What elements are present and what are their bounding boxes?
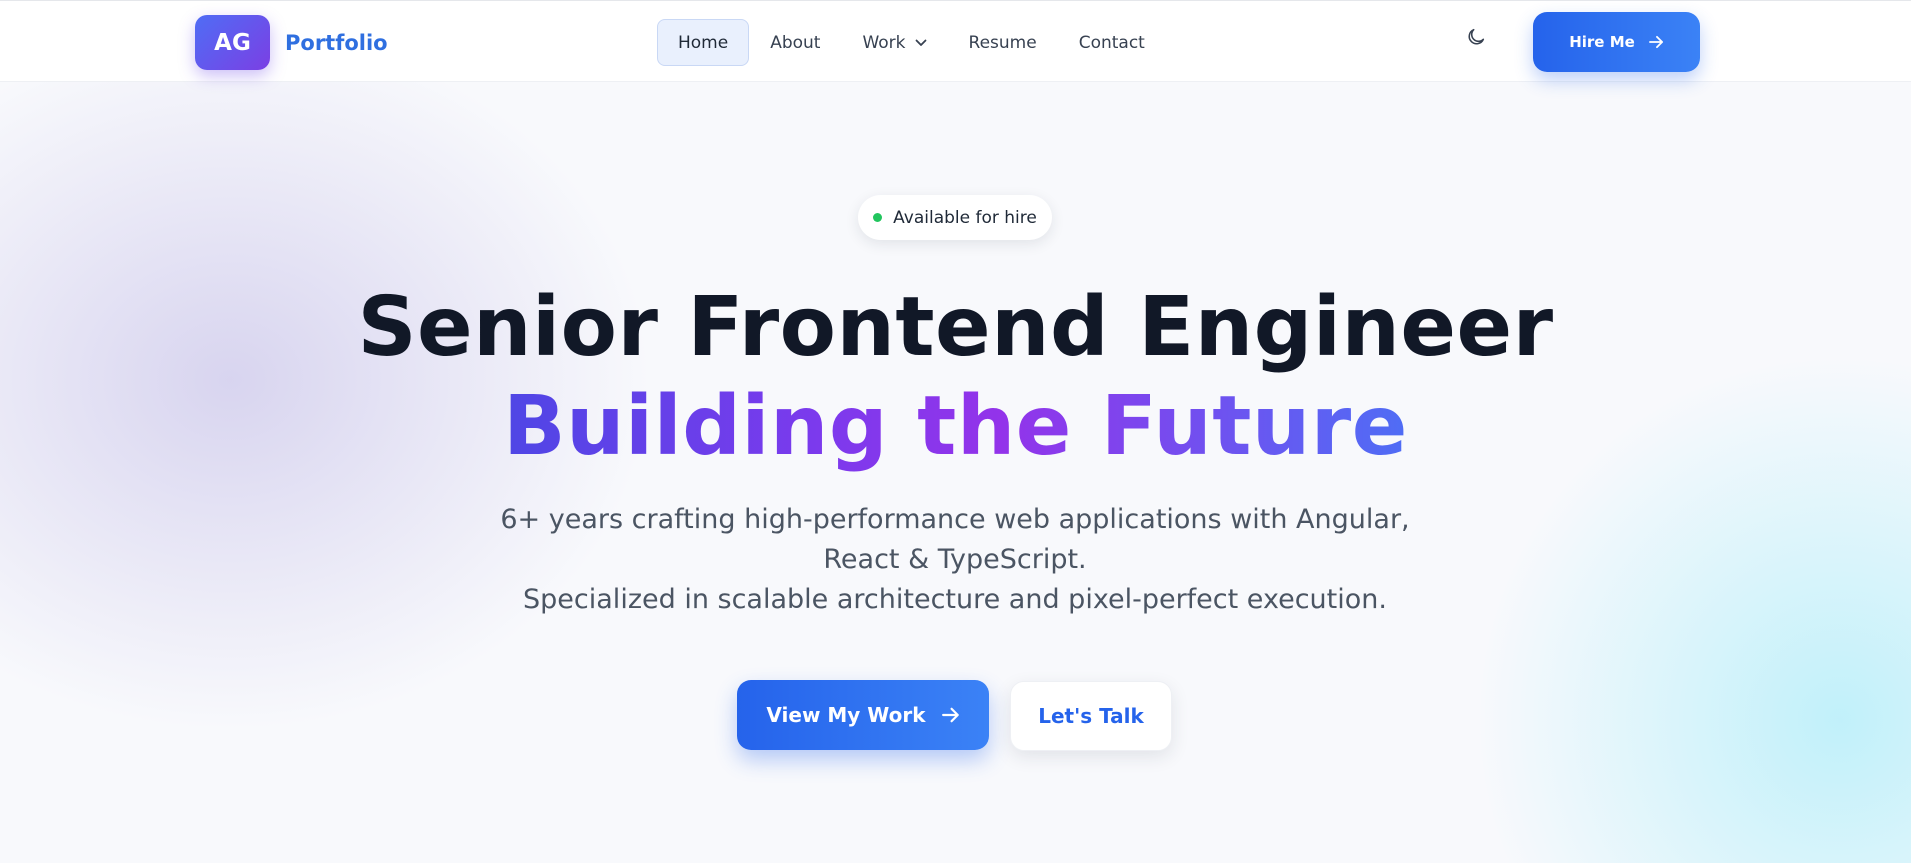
- subtitle-line: Specialized in scalable architecture and…: [523, 584, 1387, 615]
- top-navbar: AG Portfolio Home About Work Resume Cont…: [0, 0, 1911, 82]
- availability-badge: Available for hire: [858, 195, 1052, 240]
- nav-item-work[interactable]: Work: [841, 19, 947, 66]
- portfolio-page: AG Portfolio Home About Work Resume Cont…: [0, 0, 1911, 863]
- brand-name: Portfolio: [285, 30, 388, 55]
- brand-link[interactable]: AG Portfolio: [195, 15, 388, 70]
- subtitle-line: React & TypeScript.: [823, 544, 1087, 575]
- lets-talk-button[interactable]: Let's Talk: [1010, 681, 1172, 751]
- subtitle-line: 6+ years crafting high-performance web a…: [500, 504, 1410, 535]
- hero-headline-gradient: Building the Future: [0, 377, 1911, 477]
- arrow-right-icon: [941, 707, 960, 723]
- theme-toggle-button[interactable]: [1462, 25, 1490, 53]
- nav-item-label: About: [770, 32, 821, 53]
- hero-headline: Senior Frontend Engineer: [357, 280, 1554, 375]
- moon-icon: [1465, 26, 1487, 52]
- logo-badge: AG: [195, 15, 270, 70]
- hero-tagline: Building the Future: [503, 379, 1408, 474]
- nav-item-label: Contact: [1078, 32, 1145, 53]
- nav-item-label: Resume: [968, 32, 1037, 53]
- status-dot-icon: [873, 213, 883, 222]
- hire-me-button[interactable]: Hire Me: [1533, 12, 1700, 72]
- view-my-work-label: View My Work: [766, 703, 926, 727]
- nav-item-home[interactable]: Home: [657, 19, 750, 66]
- nav-item-about[interactable]: About: [749, 19, 841, 66]
- nav-item-label: Home: [678, 32, 729, 53]
- availability-label: Available for hire: [893, 207, 1037, 228]
- arrow-right-icon: [1648, 35, 1664, 49]
- lets-talk-label: Let's Talk: [1038, 704, 1144, 728]
- hero-subtitle: 6+ years crafting high-performance web a…: [455, 500, 1455, 620]
- hire-me-label: Hire Me: [1569, 33, 1635, 51]
- main-nav: Home About Work Resume Contact: [657, 19, 1166, 66]
- nav-item-resume[interactable]: Resume: [948, 19, 1058, 66]
- nav-item-label: Work: [862, 32, 906, 53]
- chevron-down-icon: [915, 39, 927, 47]
- view-my-work-button[interactable]: View My Work: [737, 680, 989, 750]
- nav-item-contact[interactable]: Contact: [1058, 19, 1166, 66]
